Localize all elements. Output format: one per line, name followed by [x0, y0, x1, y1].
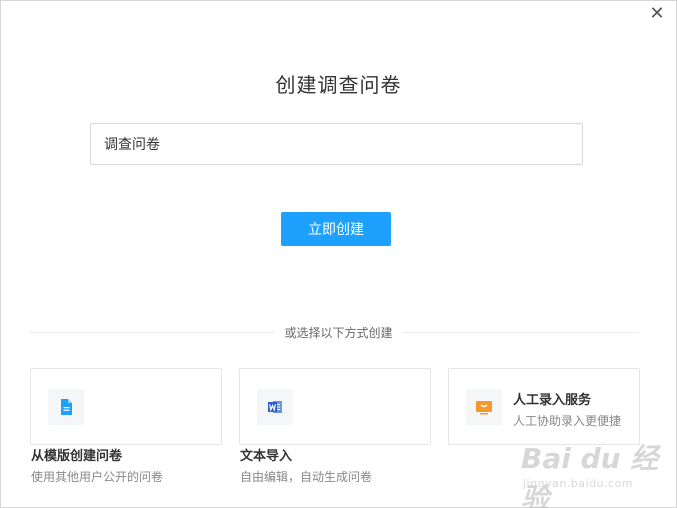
divider-label: 或选择以下方式创建 — [1, 324, 676, 341]
option-title-manual-entry: 人工录入服务 — [513, 393, 592, 408]
tv-service-icon — [476, 401, 492, 415]
watermark-sub: jingyan.baidu.com — [523, 477, 634, 490]
option-desc-template: 使用其他用户公开的问卷 — [31, 470, 164, 484]
watermark-text: Bai du 经验 — [521, 442, 659, 508]
option-title-template: 从模版创建问卷 — [31, 449, 123, 464]
option-desc-text-import: 自由编辑，自动生成问卷 — [240, 470, 373, 484]
option-title-text-import: 文本导入 — [240, 449, 293, 464]
word-icon — [268, 401, 282, 413]
document-icon — [61, 399, 72, 415]
card-icon-box — [466, 389, 502, 425]
create-now-button[interactable]: 立即创建 — [281, 212, 391, 246]
card-icon-box — [257, 389, 293, 425]
divider-label-text: 或选择以下方式创建 — [274, 326, 403, 340]
dialog-title: 创建调查问卷 — [275, 73, 402, 97]
option-card-text-import[interactable] — [239, 368, 431, 445]
card-icon-box — [48, 389, 84, 425]
option-desc-manual-entry: 人工协助录入更便捷 — [513, 414, 622, 428]
survey-name-input[interactable] — [90, 123, 583, 165]
close-icon[interactable]: ✕ — [648, 5, 666, 23]
option-card-template[interactable] — [30, 368, 222, 445]
create-survey-dialog: ✕ 创建调查问卷 立即创建 或选择以下方式创建 从模版创建问卷 使用其他用户公开… — [0, 0, 677, 508]
baidu-jingyan-watermark: Bai du 经验 jingyan.baidu.com — [521, 437, 671, 508]
option-card-manual-entry[interactable]: 人工录入服务 人工协助录入更便捷 — [448, 368, 640, 445]
